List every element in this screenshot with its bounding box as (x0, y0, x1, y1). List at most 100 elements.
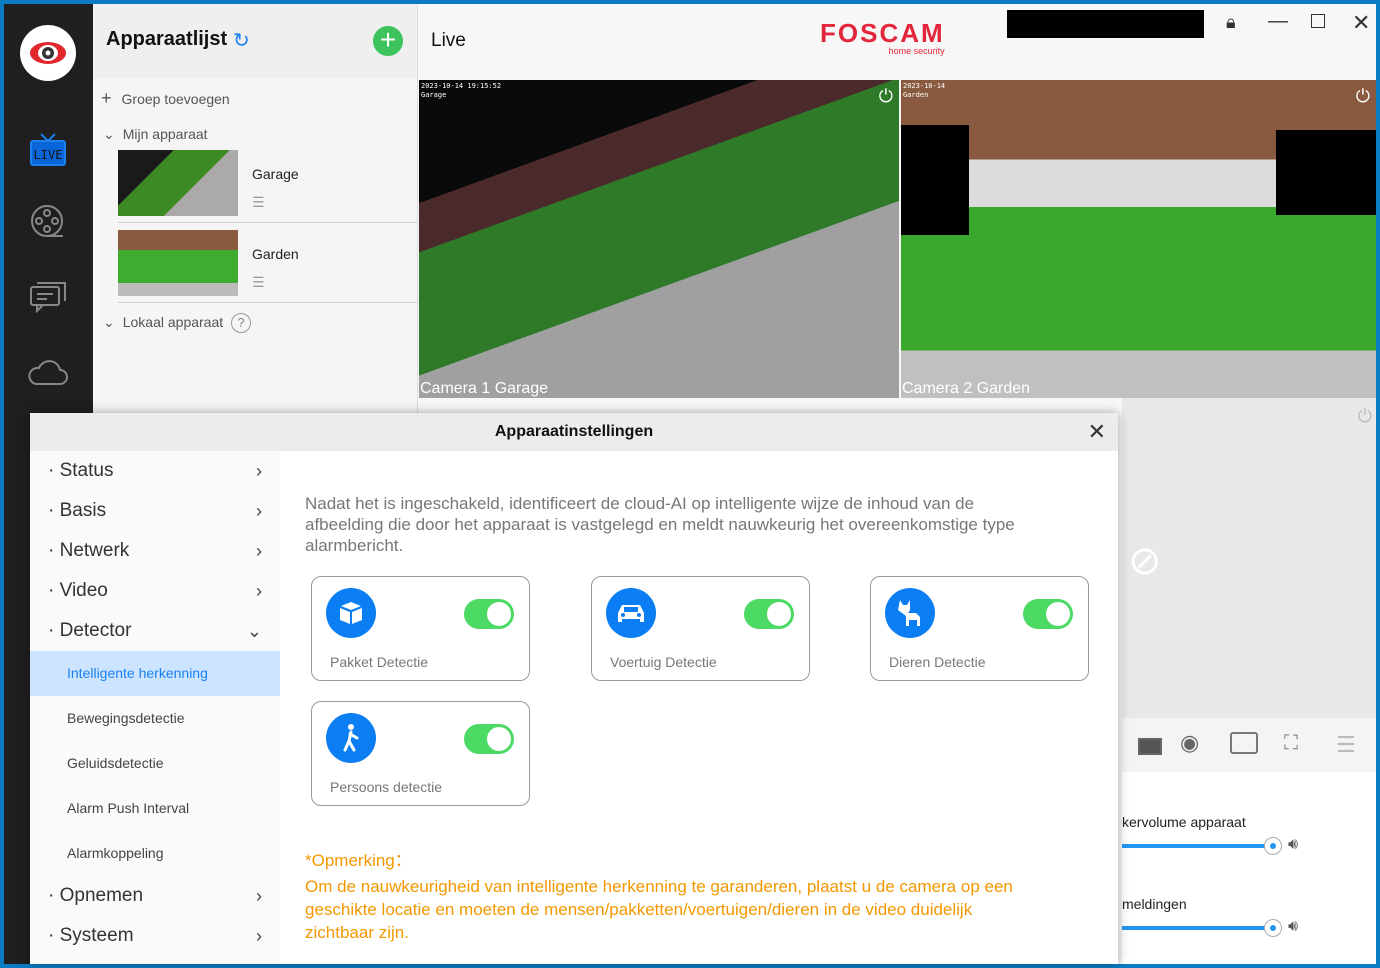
device-settings-dialog: Apparaatinstellingen ✕ · Status › · Basis ›… (30, 413, 1118, 964)
menu-netwerk[interactable]: · Netwerk › (30, 531, 280, 571)
lock-icon[interactable]: 🔒︎ (1226, 12, 1236, 33)
submenu-intelligent-recognition[interactable]: Intelligente herkenning (30, 651, 280, 696)
chevron-right-icon: › (256, 581, 262, 601)
settings-content: Nadat het is ingeschakeld, identificeert… (280, 451, 1118, 964)
submenu-alarm-linkage[interactable]: Alarmkoppeling (30, 831, 280, 876)
help-icon[interactable]: ? (231, 313, 252, 333)
menu-systeem[interactable]: · Systeem › (30, 916, 280, 956)
device-list-title: Apparaatlijst (106, 28, 228, 50)
chevron-right-icon: › (256, 461, 262, 481)
submenu-alarm-push-interval[interactable]: Alarm Push Interval (30, 786, 280, 831)
chevron-down-icon: ⌄ (103, 314, 115, 330)
volume-panel: kervolume apparaat 🔊︎ meldingen 🔊︎ (1122, 772, 1376, 964)
chevron-right-icon: › (256, 926, 262, 946)
minimize-button[interactable]: — (1268, 10, 1288, 33)
live-label: LIVE (34, 148, 63, 162)
vehicle-detection-toggle[interactable] (744, 599, 794, 629)
local-devices-label: Lokaal apparaat (122, 314, 224, 330)
notifications-label: meldingen (1122, 896, 1187, 912)
speaker-icon[interactable]: 🔊︎ (1288, 918, 1298, 936)
chevron-right-icon: › (256, 501, 262, 521)
plus-icon: + (101, 88, 112, 108)
menu-status[interactable]: · Status › (30, 451, 280, 491)
empty-camera-slot: ⏻ ⊘ (1122, 398, 1376, 718)
power-icon[interactable]: ⏻ (879, 86, 893, 107)
speaker-icon[interactable]: 🔊︎ (1288, 836, 1298, 854)
person-walking-icon (326, 713, 376, 763)
menu-opnemen[interactable]: · Opnemen › (30, 876, 280, 916)
local-devices-group[interactable]: ⌄ Lokaal apparaat ? (103, 313, 252, 333)
close-all-views-icon[interactable] (1230, 732, 1258, 754)
camera-feed-garden[interactable]: 2023-10-14 Garden ⏻ Camera 2 Garden (901, 80, 1376, 398)
live-toolbar: ◉ ⛶ ☰ (1122, 718, 1376, 772)
card-label: Dieren Detectie (889, 654, 986, 670)
package-icon (326, 588, 376, 638)
close-button[interactable]: ✕ (1352, 10, 1370, 36)
foscam-logo: FOSCAM home security (820, 18, 945, 56)
garage-thumbnail[interactable] (118, 150, 238, 216)
menu-basis[interactable]: · Basis › (30, 491, 280, 531)
dialog-title: Apparaatinstellingen (494, 423, 654, 440)
device-name[interactable]: Garage (252, 166, 299, 182)
cat-icon (885, 588, 935, 638)
power-icon[interactable]: ⏻ (1358, 406, 1372, 427)
live-icon[interactable]: LIVE (28, 130, 68, 170)
menu-detector[interactable]: · Detector ⌄ (30, 611, 280, 651)
slider-handle[interactable] (1264, 837, 1282, 855)
vehicle-detection-card: Voertuig Detectie (591, 576, 810, 681)
refresh-icon[interactable]: ↻ (233, 28, 250, 53)
layout-menu-icon[interactable]: ☰ (1336, 732, 1356, 758)
submenu-motion-detection[interactable]: Bewegingsdetectie (30, 696, 280, 741)
submenu-sound-detection[interactable]: Geluidsdetectie (30, 741, 280, 786)
garden-thumbnail[interactable] (118, 230, 238, 296)
playback-reel-icon[interactable] (28, 202, 68, 242)
live-header: Live FOSCAM home security 🔒︎ — ✕ (418, 4, 1376, 80)
camera-osd: 2023-10-14 Garden (903, 82, 946, 99)
redacted-block (1007, 10, 1204, 38)
cloud-icon[interactable] (28, 352, 68, 392)
person-detection-toggle[interactable] (464, 724, 514, 754)
card-label: Voertuig Detectie (610, 654, 717, 670)
webcam-icon[interactable]: ◉ (1180, 730, 1199, 756)
notifications-volume-slider[interactable] (1122, 926, 1272, 930)
video-off-icon: ⊘ (1128, 539, 1162, 583)
device-name[interactable]: Garden (252, 246, 299, 262)
menu-video[interactable]: · Video › (30, 571, 280, 611)
chevron-right-icon: › (256, 886, 262, 906)
add-group-button[interactable]: + Groep toevoegen (101, 88, 230, 109)
live-title: Live (431, 30, 466, 51)
speaker-volume-label: kervolume apparaat (1122, 814, 1246, 830)
my-devices-label: Mijn apparaat (122, 126, 208, 142)
package-detection-toggle[interactable] (464, 599, 514, 629)
camera-label: Camera 2 Garden (902, 380, 1031, 397)
maximize-button[interactable] (1311, 14, 1325, 28)
fullscreen-icon[interactable]: ⛶ (1284, 732, 1298, 755)
animal-detection-card: Dieren Detectie (870, 576, 1089, 681)
camera-label: Camera 1 Garage (420, 380, 549, 397)
package-detection-card: Pakket Detectie (311, 576, 530, 681)
add-device-button[interactable]: + (373, 26, 403, 56)
feature-description: Nadat het is ingeschakeld, identificeert… (305, 494, 1015, 555)
person-detection-card: Persoons detectie (311, 701, 530, 806)
note-text: Om de nauwkeurigheid van intelligente he… (305, 877, 1013, 942)
card-label: Pakket Detectie (330, 654, 429, 670)
chevron-down-icon: ⌄ (103, 126, 115, 142)
car-icon (606, 588, 656, 638)
speaker-volume-slider[interactable] (1122, 844, 1272, 848)
animal-detection-toggle[interactable] (1023, 599, 1073, 629)
close-dialog-button[interactable]: ✕ (1088, 413, 1106, 451)
messages-icon[interactable] (28, 276, 68, 316)
camera-feed-garage[interactable]: 2023-10-14 19:15:52 Garage ⏻ Camera 1 Gar… (419, 80, 899, 398)
settings-sliders-icon[interactable]: ☰ (252, 194, 265, 211)
add-group-label: Groep toevoegen (121, 91, 230, 107)
card-label: Persoons detectie (330, 779, 443, 795)
chevron-right-icon: › (256, 541, 262, 561)
single-view-icon[interactable] (1138, 738, 1162, 755)
power-icon[interactable]: ⏻ (1356, 86, 1370, 107)
slider-handle[interactable] (1264, 919, 1282, 937)
my-devices-group[interactable]: ⌄ Mijn apparaat (103, 126, 208, 143)
settings-menu: · Status › · Basis › · Netwerk › · Video › ·… (30, 451, 280, 964)
settings-sliders-icon[interactable]: ☰ (252, 274, 265, 291)
app-logo (20, 25, 76, 81)
note-title: *Opmerking： (305, 851, 412, 870)
